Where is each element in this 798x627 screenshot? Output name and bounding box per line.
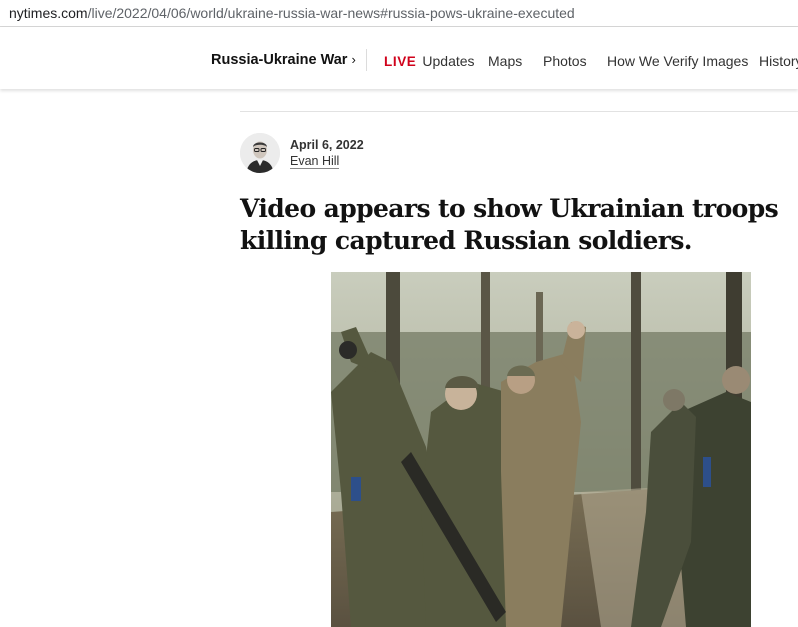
url-host: nytimes.com: [9, 5, 88, 21]
section-nav: Russia-Ukraine War › LIVE Updates Maps Pho…: [0, 27, 798, 89]
nav-photos[interactable]: Photos: [543, 53, 587, 69]
nav-divider: [366, 49, 367, 71]
divider-rule: [240, 111, 798, 112]
nav-how-we-verify[interactable]: How We Verify Images: [607, 53, 748, 69]
chevron-right-icon: ›: [351, 52, 356, 67]
section-title-link[interactable]: Russia-Ukraine War ›: [211, 52, 356, 68]
live-badge: LIVE: [384, 54, 417, 69]
author-link[interactable]: Evan Hill: [290, 154, 340, 169]
author-portrait-icon: [240, 133, 280, 173]
nav-live-updates[interactable]: LIVE Updates: [384, 53, 475, 69]
url-path: /live/2022/04/06/world/ukraine-russia-wa…: [87, 5, 575, 21]
nav-history[interactable]: History: [759, 53, 798, 69]
video-player[interactable]: [331, 272, 751, 627]
post-headline: Video appears to show Ukrainian troops k…: [240, 194, 779, 255]
nav-updates-label: Updates: [422, 53, 475, 69]
nav-maps[interactable]: Maps: [488, 53, 522, 69]
post-date: April 6, 2022: [290, 138, 364, 152]
address-bar[interactable]: nytimes.com/live/2022/04/06/world/ukrain…: [0, 0, 798, 27]
author-avatar[interactable]: [240, 133, 280, 173]
section-title: Russia-Ukraine War: [211, 52, 348, 68]
video-frame-image: [331, 272, 751, 627]
url-text[interactable]: nytimes.com/live/2022/04/06/world/ukrain…: [9, 5, 575, 21]
